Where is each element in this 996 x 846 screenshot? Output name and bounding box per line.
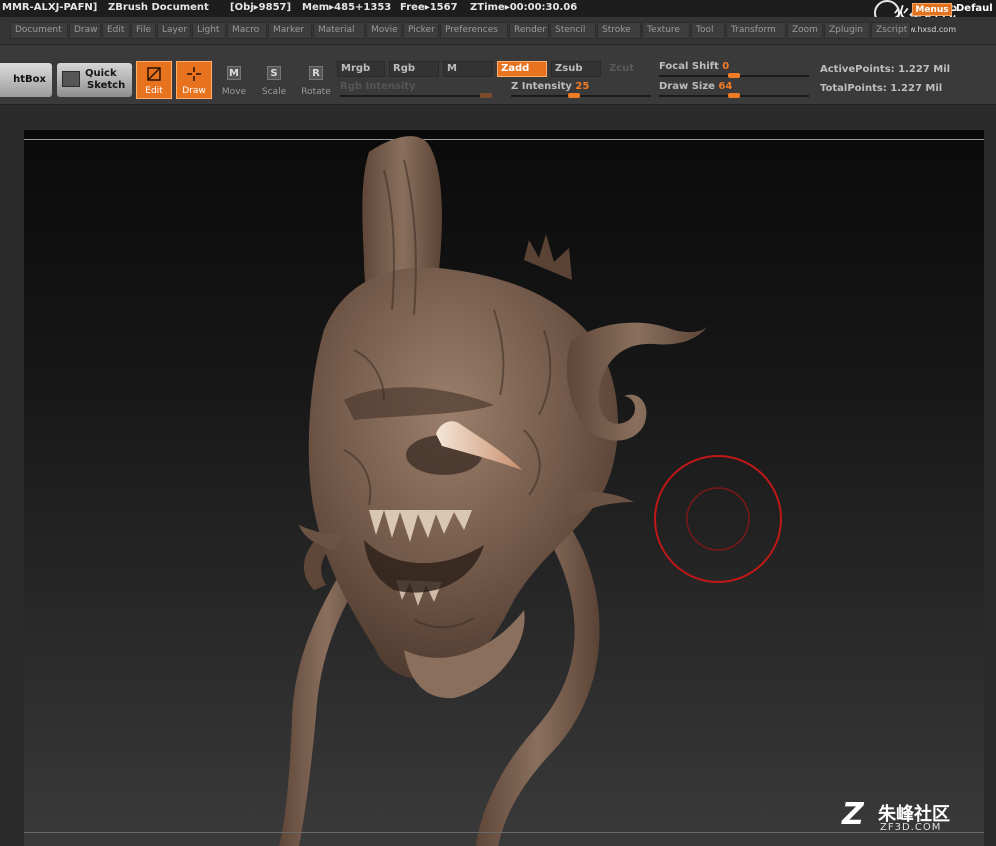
focal-shift-value: 0 [722, 61, 730, 72]
brush-inner-ring [686, 487, 750, 551]
menu-preferences[interactable]: Preferences [440, 22, 508, 39]
ram-horn [566, 322, 708, 441]
menu-document[interactable]: Document [10, 22, 68, 39]
draw-mode-button[interactable]: Draw [176, 61, 212, 99]
menu-macro[interactable]: Macro [227, 22, 267, 39]
focal-shift-text: Focal Shift [659, 61, 719, 72]
z-intensity-knob[interactable] [568, 93, 580, 98]
draw-label: Draw [182, 86, 206, 96]
total-points-readout: TotalPoints: 1.227 Mil [820, 83, 943, 94]
document-name: ZBrush Document [108, 2, 209, 13]
watermark: Z 朱峰社区 ZF3D.COM [842, 800, 972, 834]
draw-size-knob[interactable] [728, 93, 740, 98]
mrgb-button[interactable]: Mrgb [337, 61, 385, 77]
quick-sketch-icon [62, 71, 80, 87]
draw-size-text: Draw Size [659, 81, 715, 92]
canvas-bottom-border [24, 832, 984, 833]
m-button[interactable]: M [443, 61, 493, 77]
rgb-intensity-knob[interactable] [480, 93, 492, 98]
menu-stroke[interactable]: Stroke [597, 22, 641, 39]
menu-tool[interactable]: Tool [691, 22, 725, 39]
menu-light[interactable]: Light [192, 22, 226, 39]
zcut-button[interactable]: Zcut [605, 61, 649, 77]
default-button[interactable]: Defaul [956, 3, 993, 14]
menu-draw[interactable]: Draw [69, 22, 101, 39]
edit-icon [147, 67, 161, 81]
menu-texture[interactable]: Texture [642, 22, 690, 39]
draw-size-label: Draw Size 64 [659, 81, 732, 92]
scale-mode-button[interactable]: S Scale [256, 61, 292, 99]
zadd-button[interactable]: Zadd [497, 61, 547, 77]
brush-outer-ring [654, 455, 782, 583]
edit-mode-button[interactable]: Edit [136, 61, 172, 99]
z-intensity-text: Z Intensity [511, 81, 572, 92]
watermark-logo-icon: Z [842, 797, 864, 832]
skull-mass [308, 267, 618, 679]
menu-movie[interactable]: Movie [366, 22, 402, 39]
menu-stencil[interactable]: Stencil [550, 22, 596, 39]
z-intensity-label: Z Intensity 25 [511, 81, 589, 92]
zsub-button[interactable]: Zsub [551, 61, 601, 77]
draw-size-value: 64 [718, 81, 733, 92]
title-bar: MMR-ALXJ-PAFN] ZBrush Document [Obj▸9857… [0, 0, 996, 26]
z-intensity-value: 25 [575, 81, 590, 92]
rgb-button[interactable]: Rgb [389, 61, 439, 77]
menu-picker[interactable]: Picker [403, 22, 439, 39]
menu-render[interactable]: Render [509, 22, 549, 39]
move-label: Move [221, 87, 247, 97]
menu-zplugin[interactable]: Zplugin [824, 22, 870, 39]
mem-readout: Mem▸485+1353 [302, 2, 392, 13]
quick-sketch-label-2: Sketch [87, 80, 126, 91]
free-readout: Free▸1567 [400, 2, 458, 13]
draw-crosshair-icon [187, 67, 201, 81]
menu-edit[interactable]: Edit [102, 22, 130, 39]
focal-shift-knob[interactable] [728, 73, 740, 78]
menu-file[interactable]: File [131, 22, 156, 39]
rotate-icon: R [309, 66, 323, 80]
rotate-label: Rotate [301, 87, 331, 97]
move-mode-button[interactable]: M Move [216, 61, 252, 99]
sculpt-demon-head [279, 136, 782, 846]
focal-shift-label: Focal Shift 0 [659, 61, 729, 72]
menu-zscript[interactable]: Zscript [871, 22, 911, 39]
rgb-intensity-track[interactable] [340, 95, 492, 97]
document-canvas[interactable]: Z 朱峰社区 ZF3D.COM [24, 130, 984, 846]
obj-readout: [Obj▸9857] [230, 2, 292, 13]
move-icon: M [227, 66, 241, 80]
quick-sketch-label-1: Quick [85, 68, 117, 79]
toolbar: htBox Quick Sketch Edit Draw M Move S Sc… [0, 45, 996, 105]
edit-label: Edit [145, 86, 163, 96]
menu-layer[interactable]: Layer [157, 22, 191, 39]
watermark-url: ZF3D.COM [880, 822, 942, 833]
menu-bar: www.hxsd.com Document Draw Edit File Lay… [0, 17, 996, 45]
scale-icon: S [267, 66, 281, 80]
scale-label: Scale [261, 87, 287, 97]
quick-sketch-button[interactable]: Quick Sketch [57, 63, 132, 97]
rotate-mode-button[interactable]: R Rotate [298, 61, 334, 99]
license-code: MMR-ALXJ-PAFN] [2, 2, 98, 13]
z-intensity-track[interactable] [511, 95, 651, 97]
canvas-area: Z 朱峰社区 ZF3D.COM [0, 106, 996, 846]
menus-button[interactable]: Menus [912, 3, 952, 16]
menu-transform[interactable]: Transform [726, 22, 786, 39]
ztime-readout: ZTime▸00:00:30.06 [470, 2, 578, 13]
rgb-intensity-label: Rgb Intensity [340, 81, 416, 92]
menu-material[interactable]: Material [313, 22, 365, 39]
menu-zoom[interactable]: Zoom [787, 22, 823, 39]
lightbox-button[interactable]: htBox [0, 63, 52, 97]
side-horn-right [564, 490, 634, 515]
active-points-readout: ActivePoints: 1.227 Mil [820, 64, 951, 75]
back-spikes [524, 234, 572, 280]
menu-marker[interactable]: Marker [268, 22, 312, 39]
